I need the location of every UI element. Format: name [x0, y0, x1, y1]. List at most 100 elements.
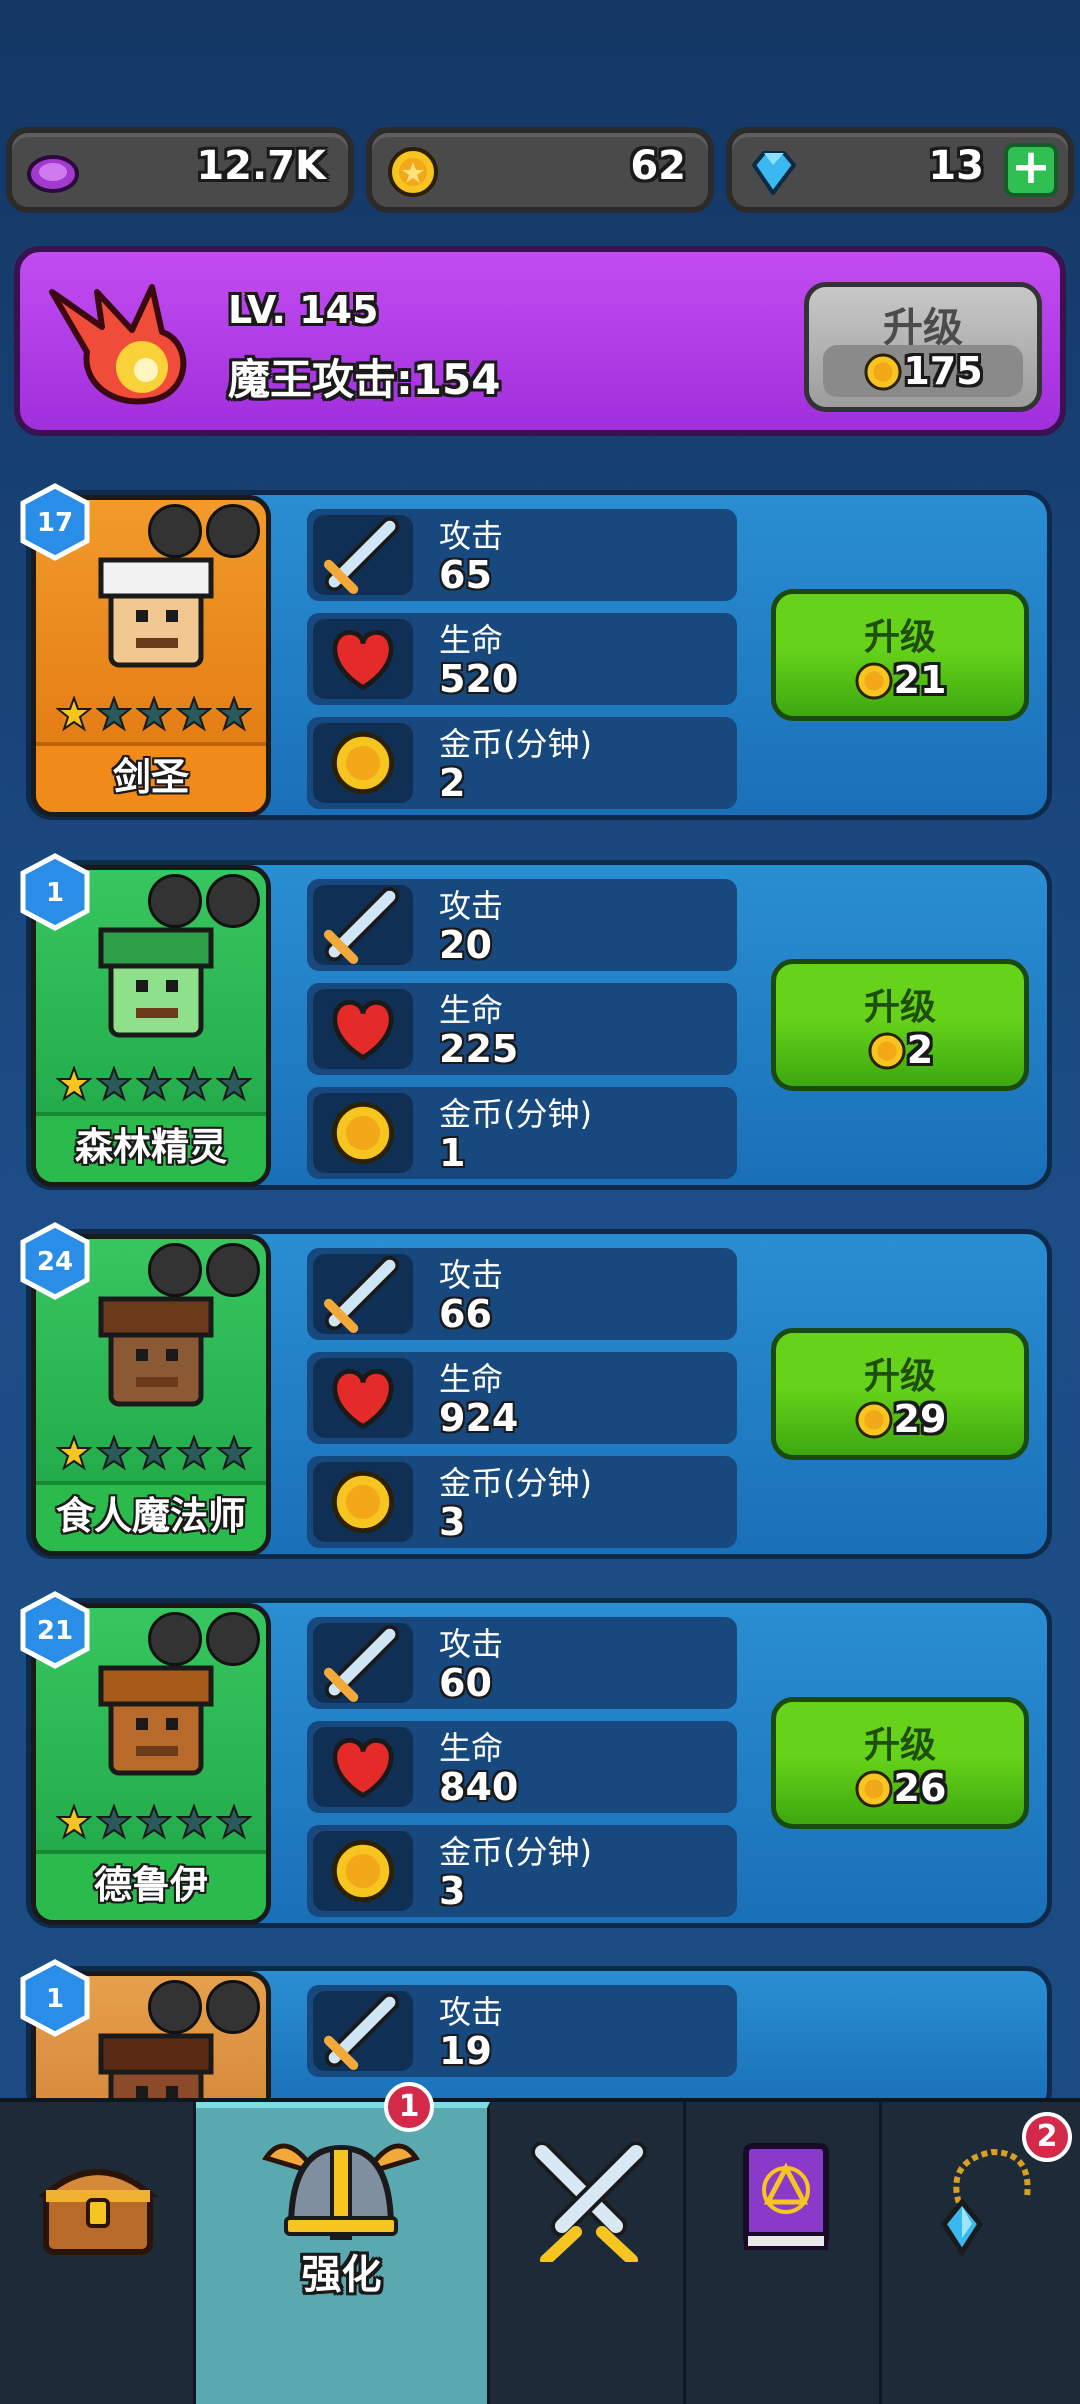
race-badge-icon [148, 504, 202, 558]
hero-card[interactable]: 德鲁伊 21 攻击 60 生命 840 金币(分钟) 3 升级 26 [20, 1591, 1052, 1928]
stat-health-value: 520 [439, 657, 519, 701]
stat-attack-label: 攻击 [439, 1625, 504, 1663]
hero-level: 1 [46, 1984, 64, 2014]
star-icon [216, 1804, 252, 1840]
star-icon [96, 1066, 132, 1102]
tab-spellbook[interactable] [686, 2102, 882, 2404]
hero-avatar-icon [98, 927, 214, 1038]
hero-card[interactable]: 剑圣 17 攻击 65 生命 520 金币(分钟) 2 升级 21 [20, 483, 1052, 820]
sword-icon [313, 1991, 413, 2071]
bottom-navigation: 强化 1 2 [0, 2082, 1080, 2404]
hero-upgrade-label: 升级 [863, 617, 936, 658]
hero-avatar-icon [98, 557, 214, 668]
gold-coin-icon [855, 1401, 893, 1439]
heart-icon [313, 989, 413, 1069]
big-coin-icon [313, 1462, 413, 1542]
hero-card[interactable]: 森林精灵 1 攻击 20 生命 225 金币(分钟) 1 升级 2 [20, 853, 1052, 1190]
hero-upgrade-cost: 2 [776, 1028, 1024, 1072]
stat-attack-value: 20 [439, 923, 492, 967]
race-badge-icon [148, 874, 202, 928]
star-icon [96, 696, 132, 732]
star-icon [176, 1066, 212, 1102]
add-gems-button[interactable]: + [1004, 143, 1058, 197]
gold-value: 62 [630, 143, 686, 189]
stat-attack: 攻击 66 [307, 1248, 737, 1340]
hero-upgrade-button[interactable]: 升级 29 [771, 1328, 1029, 1460]
gold-coin-icon [868, 1032, 906, 1070]
boss-banner: LV. 145 魔王攻击:154 升级 175 [14, 246, 1066, 436]
hero-star-rating [56, 1435, 252, 1475]
stat-attack-label: 攻击 [439, 887, 504, 925]
hero-star-rating [56, 696, 252, 736]
hero-upgrade-label: 升级 [863, 1725, 936, 1766]
stat-health-label: 生命 [439, 621, 504, 659]
gold-counter: 62 [366, 127, 714, 213]
heart-icon [313, 1358, 413, 1438]
hero-star-rating [56, 1066, 252, 1106]
hero-name: 德鲁伊 [36, 1850, 266, 1920]
star-icon [176, 696, 212, 732]
boss-upgrade-button[interactable]: 升级 175 [804, 282, 1042, 412]
crossed-swords-icon [531, 2142, 647, 2262]
race-badge-icon [148, 1612, 202, 1666]
heart-icon [313, 619, 413, 699]
tab-upgrade-label: 强化 [301, 2252, 382, 2298]
hero-level-badge: 17 [20, 483, 90, 561]
hero-level: 24 [37, 1247, 73, 1277]
sword-icon [313, 1623, 413, 1703]
stat-attack-label: 攻击 [439, 517, 504, 555]
stat-health-value: 924 [439, 1396, 519, 1440]
weapon-badge-icon [206, 874, 260, 928]
hero-card[interactable]: 1 攻击 19 [20, 1959, 1052, 2293]
stat-health-label: 生命 [439, 991, 504, 1029]
star-icon [96, 1804, 132, 1840]
stat-attack-value: 60 [439, 1661, 492, 1705]
hero-level-badge: 24 [20, 1222, 90, 1300]
diamond-icon [752, 151, 796, 195]
tab-artifacts[interactable]: 2 [882, 2102, 1080, 2404]
tab-battle[interactable] [490, 2102, 686, 2404]
stat-gold-per-minute-label: 金币(分钟) [439, 1464, 592, 1502]
race-badge-icon [148, 1980, 202, 2034]
weapon-badge-icon [206, 1980, 260, 2034]
stat-attack-label: 攻击 [439, 1256, 504, 1294]
boss-level: LV. 145 [228, 288, 379, 332]
sword-icon [313, 515, 413, 595]
gold-coin-icon [864, 353, 902, 391]
stat-gold-per-minute: 金币(分钟) 1 [307, 1087, 737, 1179]
stat-health: 生命 924 [307, 1352, 737, 1444]
hero-card[interactable]: 食人魔法师 24 攻击 66 生命 924 金币(分钟) 3 升级 29 [20, 1222, 1052, 1559]
hero-level: 1 [46, 878, 64, 908]
star-icon [56, 1066, 92, 1102]
spell-book-icon [743, 2143, 829, 2250]
star-icon [136, 696, 172, 732]
stat-attack: 攻击 60 [307, 1617, 737, 1709]
hero-upgrade-button[interactable]: 升级 26 [771, 1697, 1029, 1829]
hero-upgrade-cost: 29 [776, 1397, 1024, 1441]
hero-name: 食人魔法师 [36, 1481, 266, 1551]
stat-health-value: 225 [439, 1027, 519, 1071]
elixir-counter: 12.7K [6, 127, 354, 213]
stat-gold-per-minute-label: 金币(分钟) [439, 1095, 592, 1133]
gem-counter: 13 + [726, 127, 1074, 213]
boss-upgrade-cost-value: 175 [903, 349, 983, 393]
star-icon [56, 696, 92, 732]
stat-gold-per-minute-value: 1 [439, 1131, 466, 1175]
star-icon [176, 1435, 212, 1471]
hero-upgrade-label: 升级 [863, 987, 936, 1028]
fireball-icon [49, 284, 187, 405]
stat-attack: 攻击 19 [307, 1985, 737, 2077]
hero-upgrade-button[interactable]: 升级 2 [771, 959, 1029, 1091]
hero-level-badge: 21 [20, 1591, 90, 1669]
purple-elixir-icon [27, 155, 79, 193]
hero-upgrade-cost-value: 21 [893, 658, 947, 702]
hero-upgrade-cost-value: 26 [893, 1766, 947, 1810]
tab-chests[interactable] [0, 2102, 196, 2404]
stat-health: 生命 520 [307, 613, 737, 705]
tab-upgrade[interactable]: 强化 1 [196, 2082, 490, 2404]
star-icon [136, 1804, 172, 1840]
big-coin-icon [313, 723, 413, 803]
elixir-value: 12.7K [196, 143, 326, 189]
hero-upgrade-button[interactable]: 升级 21 [771, 589, 1029, 721]
star-icon [136, 1066, 172, 1102]
